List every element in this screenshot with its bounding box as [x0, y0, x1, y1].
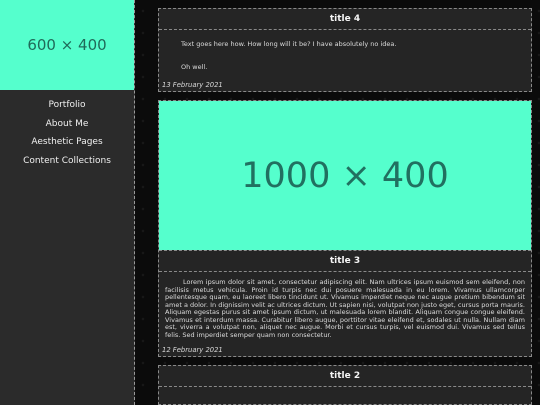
nav-link-content-collections[interactable]: Content Collections: [0, 152, 134, 171]
post-feed: title 4 Text goes here how. How long wil…: [158, 8, 532, 405]
post-title[interactable]: title 2: [159, 366, 531, 387]
sidebar: 600 × 400 Portfolio About Me Aesthetic P…: [0, 0, 135, 405]
post-date: 12 February 2021: [162, 346, 223, 354]
sidebar-image-label: 600 × 400: [27, 36, 107, 54]
sidebar-placeholder-image: 600 × 400: [0, 0, 134, 90]
post-card: 1000 × 400 title 3 Lorem ipsum dolor sit…: [158, 100, 532, 357]
post-paragraph: Oh well.: [181, 63, 208, 71]
nav-link-about-me[interactable]: About Me: [0, 115, 134, 134]
post-title[interactable]: title 3: [159, 250, 531, 272]
post-paragraph: Text goes here how. How long will it be?…: [181, 40, 397, 48]
post-card: title 2: [158, 365, 532, 405]
post-paragraph: Lorem ipsum dolor sit amet, consectetur …: [165, 278, 525, 339]
post-image-label: 1000 × 400: [241, 155, 449, 196]
post-body: Lorem ipsum dolor sit amet, consectetur …: [159, 272, 531, 345]
post-placeholder-image: 1000 × 400: [159, 101, 531, 250]
sidebar-nav: Portfolio About Me Aesthetic Pages Conte…: [0, 90, 134, 170]
post-date: 13 February 2021: [162, 81, 223, 89]
nav-link-portfolio[interactable]: Portfolio: [0, 96, 134, 115]
post-card: title 4 Text goes here how. How long wil…: [158, 8, 532, 92]
nav-link-aesthetic-pages[interactable]: Aesthetic Pages: [0, 133, 134, 152]
post-body: Text goes here how. How long will it be?…: [159, 30, 531, 80]
post-title[interactable]: title 4: [159, 9, 531, 30]
